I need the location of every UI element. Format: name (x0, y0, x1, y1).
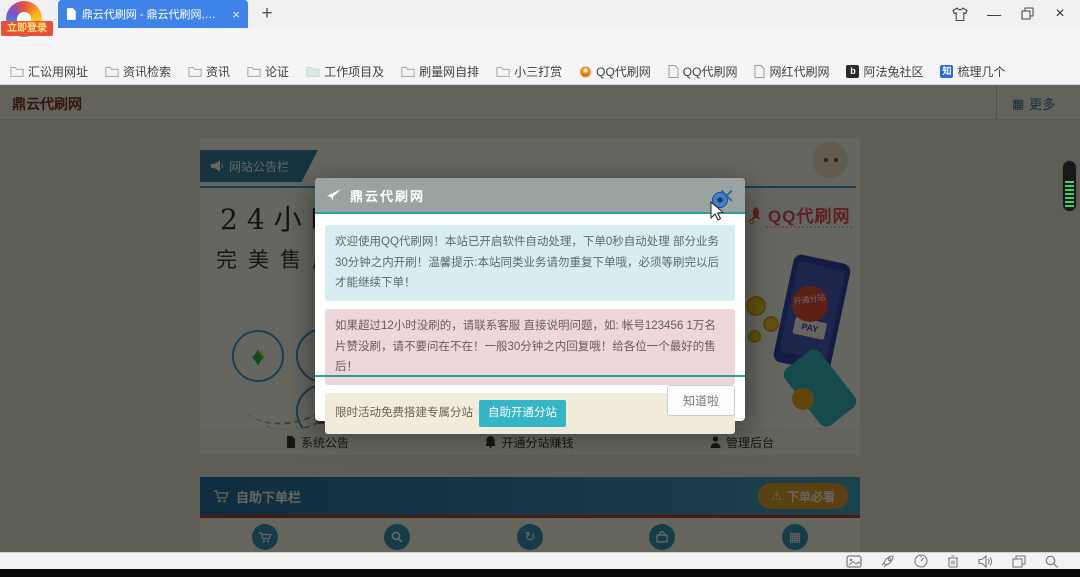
browser-titlebar: 鼎云代刷网 - 鼎云代刷网,鼎云 × + — × (0, 0, 1080, 28)
bookmark-item[interactable]: QQ代刷网 (579, 63, 651, 80)
service-alert: 如果超过12小时没刷的，请联系客服 直接说明问题，如: 帐号123456 1万名… (325, 309, 735, 385)
bookmark-item[interactable]: 汇讼用网址 (10, 63, 88, 80)
minimize-button[interactable]: — (982, 4, 1006, 24)
folder-icon (247, 65, 261, 77)
login-badge[interactable]: 立即登录 (1, 21, 53, 36)
side-indicator-widget (1062, 160, 1077, 212)
new-tab-button[interactable]: + (256, 2, 278, 26)
close-window-button[interactable]: × (1048, 4, 1072, 24)
tab-close-icon[interactable]: × (232, 7, 240, 22)
folder-icon (188, 65, 202, 77)
windows-cascade-icon[interactable] (1012, 555, 1026, 568)
folder-icon (105, 65, 119, 77)
restore-button[interactable] (1015, 4, 1039, 24)
tab-title: 鼎云代刷网 - 鼎云代刷网,鼎云 (82, 6, 227, 22)
bookmark-item[interactable]: b阿法兔社区 (846, 63, 923, 80)
bookmark-item[interactable]: 资讯 (188, 63, 230, 80)
folder-light-icon (306, 65, 320, 77)
zhihu-icon: 知 (940, 65, 953, 78)
qq-site-icon (579, 65, 592, 78)
folder-icon (496, 65, 510, 77)
folder-icon (10, 65, 24, 77)
mouse-cursor (700, 188, 732, 222)
bookmark-item[interactable]: 知梳理几个 (940, 63, 1005, 80)
page-icon (668, 65, 679, 78)
modal-footer: 知道啦 (315, 375, 745, 421)
modal-title: 鼎云代刷网 (350, 186, 425, 205)
paper-plane-icon (327, 188, 342, 202)
bookmark-item[interactable]: 网红代刷网 (754, 63, 829, 80)
welcome-alert: 欢迎使用QQ代刷网！本站已开启软件自动处理，下单0秒自动处理 部分业务30分钟之… (325, 225, 735, 301)
modal-header: 鼎云代刷网 ✕ (315, 178, 745, 214)
screenshot-icon[interactable] (846, 555, 862, 568)
bookmark-item[interactable]: 工作项目及 (306, 63, 384, 80)
folder-icon (401, 65, 415, 77)
boost-rocket-icon[interactable] (881, 554, 895, 568)
bookmark-item[interactable]: QQ代刷网 (668, 63, 738, 80)
bookmark-item[interactable]: 刷量网自排 (401, 63, 479, 80)
speed-gauge-icon[interactable] (914, 554, 928, 568)
volume-icon[interactable] (978, 555, 993, 568)
taskbar-strip (0, 569, 1080, 577)
browser-toolbar: ‹ › ↻ ⌂ ↶ ☆ ✕ http://ds.qvnidaye.com/ ϟ … (0, 28, 1080, 58)
confirm-button[interactable]: 知道啦 (667, 385, 735, 416)
theme-shirt-icon[interactable] (948, 4, 972, 24)
bookmark-item[interactable]: 小三打赏 (496, 63, 562, 80)
bookmark-item[interactable]: 资讯检索 (105, 63, 171, 80)
announcement-modal: 鼎云代刷网 ✕ 欢迎使用QQ代刷网！本站已开启软件自动处理，下单0秒自动处理 部… (315, 178, 745, 421)
community-b-icon: b (846, 65, 859, 78)
bookmark-item[interactable]: 论证 (247, 63, 289, 80)
bookmarks-bar: 汇讼用网址 资讯检索 资讯 论证 工作项目及 刷量网自排 小三打赏 QQ代刷网 … (0, 58, 1080, 85)
trash-icon[interactable] (947, 554, 959, 568)
page-icon (754, 65, 765, 78)
zoom-search-icon[interactable] (1045, 555, 1058, 568)
browser-tab[interactable]: 鼎云代刷网 - 鼎云代刷网,鼎云 × (58, 0, 248, 28)
page-icon (66, 8, 76, 20)
browser-statusbar (0, 552, 1080, 569)
